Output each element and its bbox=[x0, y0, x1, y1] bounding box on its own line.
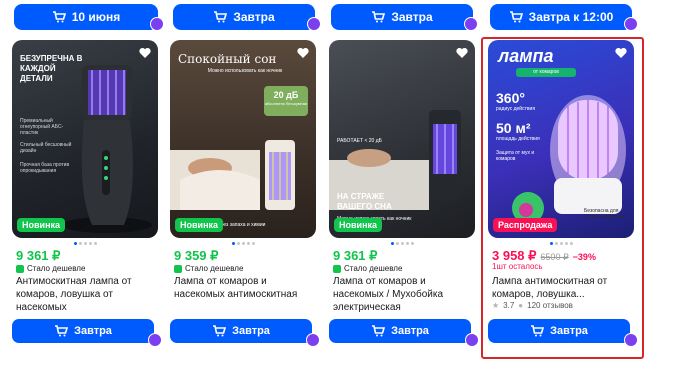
product-image[interactable]: Спокойный сон Можно использовать как ноч… bbox=[170, 40, 316, 238]
cart-icon bbox=[509, 11, 523, 23]
cart-icon bbox=[52, 11, 66, 23]
favorite-heart-icon[interactable] bbox=[296, 46, 310, 60]
product-card[interactable]: Спокойный сон Можно использовать как ноч… bbox=[170, 40, 320, 347]
noise-badge: 20 дБ абсолютно бесшумная bbox=[264, 86, 308, 116]
delivery-button-label: Завтра bbox=[391, 10, 433, 24]
favorite-heart-icon[interactable] bbox=[138, 46, 152, 60]
price-drop-label: Стало дешевле bbox=[16, 264, 85, 273]
delivery-button[interactable]: Завтра bbox=[173, 4, 315, 30]
price: 9 361 ₽ bbox=[16, 248, 61, 263]
add-to-cart-button[interactable]: Завтра bbox=[12, 319, 154, 343]
image-feature: Стильный бесшовный дизайн bbox=[20, 142, 72, 154]
noise-caption: абсолютно бесшумная bbox=[264, 101, 308, 106]
favorite-heart-icon[interactable] bbox=[455, 46, 469, 60]
badge-icon bbox=[465, 333, 479, 347]
badge-icon bbox=[148, 333, 162, 347]
product-title[interactable]: Антимоскитная лампа от комаров, ловушка … bbox=[16, 275, 160, 314]
product-card[interactable]: БЕЗУПРЕЧНА В КАЖДОЙ ДЕТАЛИ Премиальный о… bbox=[12, 40, 162, 347]
product-image[interactable]: БЕЗУПРЕЧНА В КАЖДОЙ ДЕТАЛИ Премиальный о… bbox=[12, 40, 158, 238]
price-drop-text: Стало дешевле bbox=[27, 264, 86, 273]
price-drop-icon bbox=[174, 264, 182, 273]
badge-icon bbox=[624, 17, 638, 31]
image-feature: Премиальный огнеупорный АБС-пластик bbox=[20, 118, 64, 136]
image-headline: БЕЗУПРЕЧНА В КАЖДОЙ ДЕТАЛИ bbox=[20, 54, 83, 83]
product-title[interactable]: Лампа от комаров и насекомых / Мухобойка… bbox=[333, 275, 477, 314]
price-drop-text: Стало дешевле bbox=[185, 264, 244, 273]
price: 9 361 ₽ bbox=[333, 248, 378, 263]
image-subtitle: Можно использовать как ночник bbox=[207, 68, 283, 74]
cart-icon bbox=[372, 325, 386, 337]
badge-icon bbox=[306, 333, 320, 347]
image-pagination-dots bbox=[170, 242, 316, 246]
cart-icon bbox=[214, 11, 228, 23]
price: 9 359 ₽ bbox=[174, 248, 219, 263]
price-drop-icon bbox=[16, 264, 24, 273]
delivery-button[interactable]: Завтра к 12:00 bbox=[490, 4, 632, 30]
image-pagination-dots bbox=[12, 242, 158, 246]
add-to-cart-button[interactable]: Завтра bbox=[170, 319, 312, 343]
badge-icon bbox=[150, 17, 164, 31]
add-to-cart-button[interactable]: Завтра bbox=[329, 319, 471, 343]
selection-highlight bbox=[481, 37, 644, 359]
price-drop-label: Стало дешевле bbox=[174, 264, 243, 273]
add-to-cart-label: Завтра bbox=[391, 325, 429, 337]
delivery-button-label: Завтра bbox=[233, 10, 275, 24]
new-tag: Новинка bbox=[17, 218, 66, 232]
delivery-button-label: Завтра к 12:00 bbox=[528, 10, 614, 24]
noise-value: 20 дБ bbox=[273, 90, 299, 100]
product-image[interactable]: РАБОТАЕТ < 20 дБ НА СТРАЖЕ ВАШЕГО СНА Мо… bbox=[329, 40, 475, 238]
badge-icon bbox=[464, 17, 478, 31]
image-feature: Прочная база против опрокидывания bbox=[20, 162, 70, 174]
product-title[interactable]: Лампа от комаров и насекомых антимоскитн… bbox=[174, 275, 318, 301]
cart-icon bbox=[55, 325, 69, 337]
image-headline: Спокойный сон bbox=[178, 52, 277, 66]
delivery-button-label: 10 июня bbox=[71, 10, 121, 24]
image-headline: НА СТРАЖЕ ВАШЕГО СНА bbox=[337, 192, 392, 211]
new-tag: Новинка bbox=[175, 218, 224, 232]
delivery-button[interactable]: 10 июня bbox=[14, 4, 158, 30]
new-tag: Новинка bbox=[334, 218, 383, 232]
price-drop-icon bbox=[333, 264, 341, 273]
cart-icon bbox=[372, 11, 386, 23]
cart-icon bbox=[213, 325, 227, 337]
add-to-cart-label: Завтра bbox=[232, 325, 270, 337]
top-delivery-row: 10 июня Завтра Завтра Завтра к 12:00 bbox=[0, 0, 700, 34]
price-drop-text: Стало дешевле bbox=[344, 264, 403, 273]
price-drop-label: Стало дешевле bbox=[333, 264, 402, 273]
image-subtitle: РАБОТАЕТ < 20 дБ bbox=[337, 138, 382, 144]
product-card[interactable]: РАБОТАЕТ < 20 дБ НА СТРАЖЕ ВАШЕГО СНА Мо… bbox=[329, 40, 479, 347]
delivery-button[interactable]: Завтра bbox=[331, 4, 473, 30]
add-to-cart-label: Завтра bbox=[74, 325, 112, 337]
badge-icon bbox=[307, 17, 321, 31]
image-pagination-dots bbox=[329, 242, 475, 246]
